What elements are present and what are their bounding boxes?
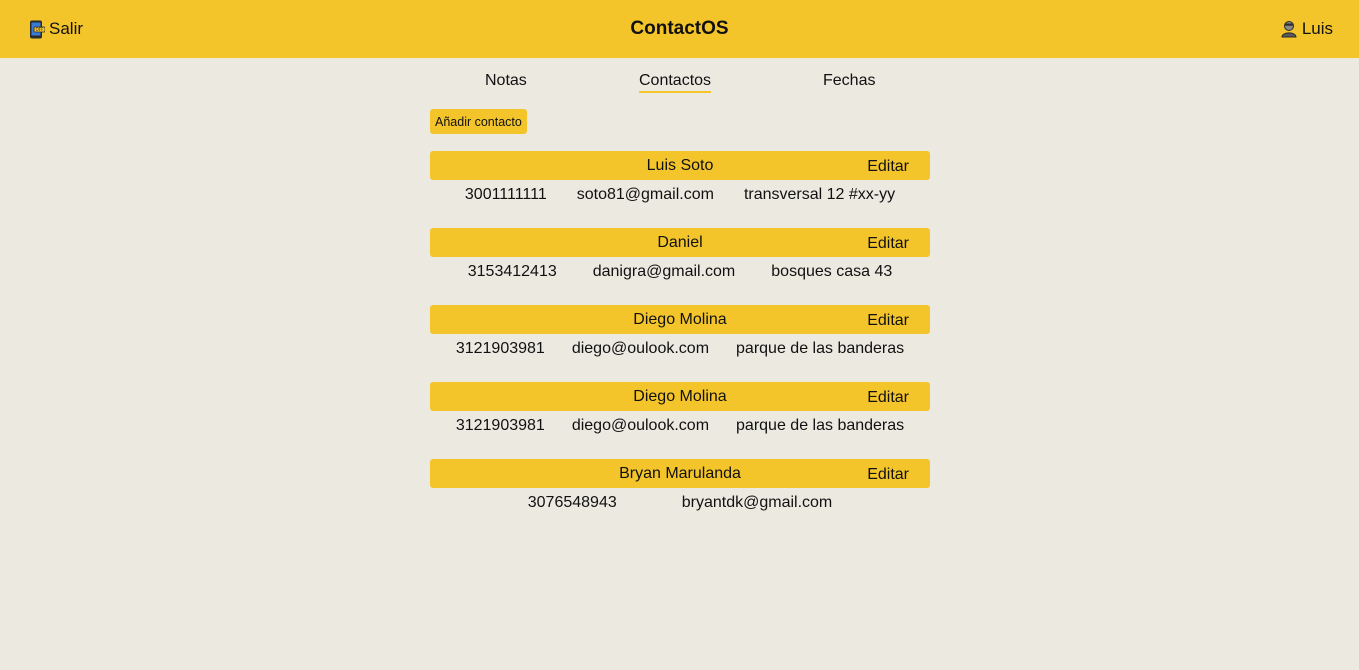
contact-details: 3121903981 diego@oulook.com parque de la… — [430, 334, 930, 364]
tab-notas[interactable]: Notas — [485, 72, 527, 91]
contact-phone: 3121903981 — [455, 417, 545, 434]
main-nav: Notas Contactos Fechas — [430, 72, 930, 98]
contact-details: 3001111111 soto81@gmail.com transversal … — [430, 180, 930, 210]
edit-contact-button[interactable]: Editar — [867, 228, 909, 257]
contact-phone: 3076548943 — [527, 494, 617, 511]
contact-card: Diego Molina Editar 3121903981 diego@oul… — [430, 382, 930, 459]
contact-details: 3076548943 bryantdk@gmail.com — [430, 488, 930, 518]
contact-email: diego@oulook.com — [571, 417, 710, 434]
svg-text:OFF: OFF — [36, 27, 44, 32]
tab-contactos[interactable]: Contactos — [639, 72, 712, 93]
contact-phone: 3153412413 — [467, 263, 557, 280]
contact-address: parque de las banderas — [736, 340, 905, 357]
contact-email: bryantdk@gmail.com — [681, 494, 833, 511]
contact-address: transversal 12 #xx-yy — [743, 186, 896, 203]
contact-details: 3121903981 diego@oulook.com parque de la… — [430, 411, 930, 441]
logout-button[interactable]: OFF Salir — [29, 0, 83, 58]
app-title: ContactOS — [630, 18, 729, 39]
contact-card: Diego Molina Editar 3121903981 diego@oul… — [430, 305, 930, 382]
contact-email: diego@oulook.com — [571, 340, 710, 357]
contact-card-header: Diego Molina Editar — [430, 305, 930, 334]
contact-card-header: Diego Molina Editar — [430, 382, 930, 411]
logout-label: Salir — [49, 19, 84, 38]
user-avatar-icon — [1281, 20, 1297, 38]
contact-address: parque de las banderas — [736, 417, 905, 434]
tab-fechas[interactable]: Fechas — [823, 72, 875, 91]
edit-contact-button[interactable]: Editar — [867, 459, 909, 488]
contact-card: Bryan Marulanda Editar 3076548943 bryant… — [430, 459, 930, 536]
contact-email: soto81@gmail.com — [576, 186, 714, 203]
add-contact-button[interactable]: Añadir contacto — [430, 109, 527, 134]
contact-card: Daniel Editar 3153412413 danigra@gmail.c… — [430, 228, 930, 305]
user-menu[interactable]: Luis — [1281, 0, 1333, 58]
contact-name: Diego Molina — [633, 387, 727, 405]
contact-details: 3153412413 danigra@gmail.com bosques cas… — [430, 257, 930, 287]
top-bar: OFF Salir ContactOS Luis — [0, 0, 1359, 58]
contact-name: Diego Molina — [633, 310, 727, 328]
contact-card-header: Luis Soto Editar — [430, 151, 930, 180]
edit-contact-button[interactable]: Editar — [867, 305, 909, 334]
edit-contact-button[interactable]: Editar — [867, 382, 909, 411]
contact-address: bosques casa 43 — [771, 263, 893, 280]
contact-name: Daniel — [657, 233, 703, 251]
contact-email: danigra@gmail.com — [592, 263, 736, 280]
contact-name: Bryan Marulanda — [619, 464, 741, 482]
contact-list: Luis Soto Editar 3001111111 soto81@gmail… — [430, 151, 930, 536]
contact-card: Luis Soto Editar 3001111111 soto81@gmail… — [430, 151, 930, 228]
phone-off-icon: OFF — [29, 20, 45, 39]
contact-card-header: Daniel Editar — [430, 228, 930, 257]
contact-phone: 3121903981 — [455, 340, 545, 357]
contact-card-header: Bryan Marulanda Editar — [430, 459, 930, 488]
user-name: Luis — [1301, 19, 1333, 38]
contact-name: Luis Soto — [646, 156, 714, 174]
contact-phone: 3001111111 — [464, 186, 547, 203]
edit-contact-button[interactable]: Editar — [867, 151, 909, 180]
